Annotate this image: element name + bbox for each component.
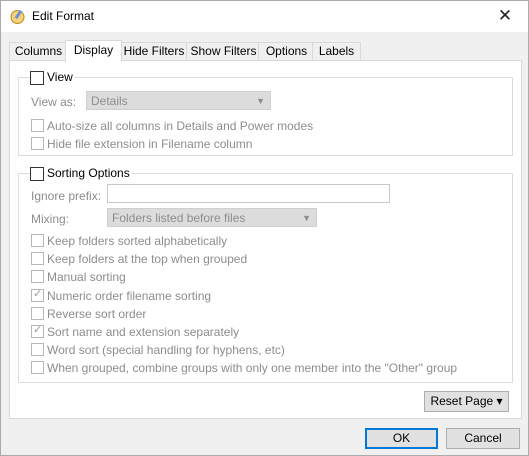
tab-hide-filters[interactable]: Hide Filters: [119, 42, 189, 61]
numeric-order-checkbox[interactable]: ✓: [31, 288, 44, 302]
chevron-down-icon: ▼: [256, 96, 265, 106]
tab-columns[interactable]: Columns: [9, 42, 68, 61]
combine-groups-checkbox[interactable]: [31, 361, 44, 374]
sort-name-extension-label: Sort name and extension separately: [47, 325, 240, 339]
word-sort-checkbox[interactable]: [31, 343, 44, 356]
view-group-title: View: [45, 70, 75, 84]
sorting-options-checkbox[interactable]: [30, 167, 44, 181]
view-checkbox[interactable]: [30, 71, 44, 85]
auto-size-columns-label: Auto-size all columns in Details and Pow…: [47, 119, 314, 133]
sort-name-extension-checkbox[interactable]: ✓: [31, 324, 44, 338]
reset-page-button[interactable]: Reset Page ▾: [424, 391, 509, 412]
mixing-dropdown[interactable]: Folders listed before files ▼: [107, 208, 317, 227]
hide-file-extension-checkbox[interactable]: [31, 137, 44, 150]
tab-labels[interactable]: Labels: [312, 42, 361, 61]
ignore-prefix-input[interactable]: [107, 184, 390, 203]
checkmark-icon: ✓: [33, 288, 43, 300]
keep-folders-sorted-checkbox[interactable]: [31, 234, 44, 247]
chevron-down-icon: ▼: [302, 213, 311, 223]
numeric-order-label: Numeric order filename sorting: [47, 289, 212, 303]
checkmark-icon: ✓: [33, 324, 43, 336]
keep-folders-sorted-label: Keep folders sorted alphabetically: [47, 234, 228, 248]
ok-button[interactable]: OK: [365, 428, 438, 449]
manual-sorting-label: Manual sorting: [47, 270, 126, 284]
close-icon[interactable]: ✕: [482, 1, 528, 32]
auto-size-columns-checkbox[interactable]: [31, 119, 44, 132]
mixing-value: Folders listed before files: [112, 211, 246, 225]
tab-display[interactable]: Display: [65, 40, 122, 62]
sorting-options-title: Sorting Options: [45, 166, 132, 180]
view-as-label: View as:: [31, 95, 77, 109]
keep-folders-top-label: Keep folders at the top when grouped: [47, 252, 248, 266]
edit-format-icon: [10, 9, 25, 24]
view-as-value: Details: [91, 94, 128, 108]
mixing-label: Mixing:: [31, 212, 70, 226]
manual-sorting-checkbox[interactable]: [31, 270, 44, 283]
cancel-button[interactable]: Cancel: [446, 428, 520, 449]
hide-file-extension-label: Hide file extension in Filename column: [47, 137, 253, 151]
tab-show-filters[interactable]: Show Filters: [186, 42, 261, 61]
title-bar: Edit Format ✕: [1, 1, 528, 32]
reverse-sort-checkbox[interactable]: [31, 307, 44, 320]
display-tab-panel: View View as: Details ▼ Auto-size all co…: [9, 60, 522, 419]
combine-groups-label: When grouped, combine groups with only o…: [47, 361, 458, 375]
edit-format-dialog: Edit Format ✕ Columns Display Hide Filte…: [0, 0, 529, 456]
ignore-prefix-label: Ignore prefix:: [31, 189, 102, 203]
tab-options[interactable]: Options: [258, 42, 315, 61]
window-title: Edit Format: [32, 9, 95, 23]
word-sort-label: Word sort (special handling for hyphens,…: [47, 343, 285, 357]
reverse-sort-label: Reverse sort order: [47, 307, 147, 321]
view-as-dropdown[interactable]: Details ▼: [86, 91, 271, 110]
keep-folders-top-checkbox[interactable]: [31, 252, 44, 265]
